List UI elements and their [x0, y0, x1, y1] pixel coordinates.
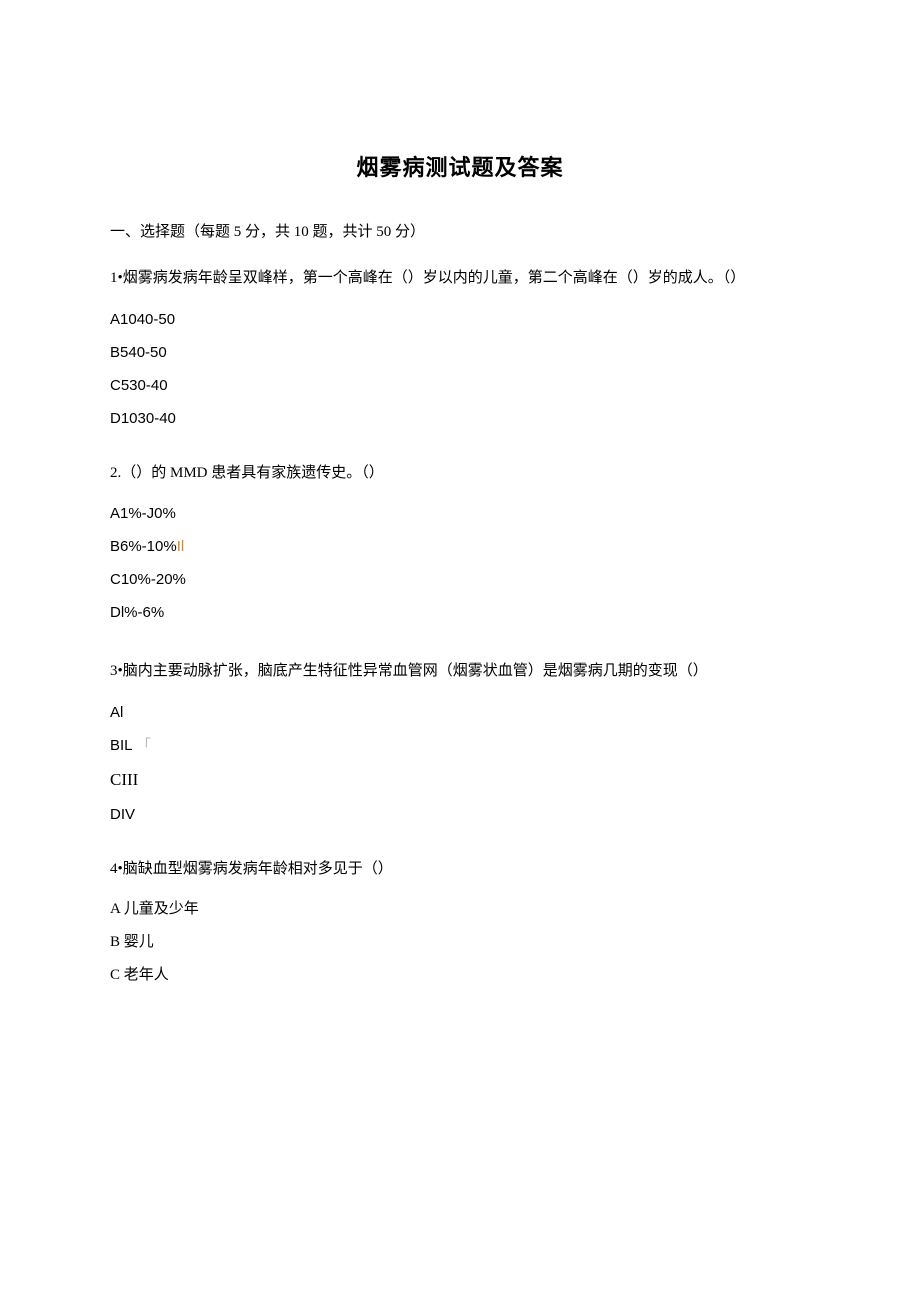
q1-stem: 1•烟雾病发病年龄呈双峰样，第一个高峰在（）岁以内的儿童，第二个高峰在（）岁的成…: [110, 262, 810, 295]
q2-stem: 2.（）的 MMD 患者具有家族遗传史。（）: [110, 461, 810, 485]
q4-stem: 4•脑缺血型烟雾病发病年龄相对多见于（）: [110, 857, 810, 881]
page-title: 烟雾病测试题及答案: [110, 150, 810, 182]
q3-option-d: DIV: [110, 804, 810, 825]
q1-option-c: C530-40: [110, 375, 810, 396]
section-heading: 一、选择题（每题 5 分，共 10 题，共计 50 分）: [110, 220, 810, 244]
q3-option-c: CIII: [110, 768, 810, 792]
q2-option-b: B6%-10%Il: [110, 536, 810, 557]
q3-option-b: BIL 「: [110, 735, 810, 756]
q2-option-d: Dl%-6%: [110, 602, 810, 623]
q4-option-c: C 老年人: [110, 965, 810, 986]
document-page: 烟雾病测试题及答案 一、选择题（每题 5 分，共 10 题，共计 50 分） 1…: [0, 0, 920, 1058]
q2-option-b-mark: Il: [177, 538, 185, 555]
q2-option-c: C10%-20%: [110, 569, 810, 590]
spacer: [110, 635, 810, 655]
q1-option-b: B540-50: [110, 342, 810, 363]
q2-option-b-text: B6%-10%: [110, 538, 177, 555]
q3-option-a: Al: [110, 702, 810, 723]
q4-option-a: A 儿童及少年: [110, 899, 810, 920]
q2-option-a: A1%-J0%: [110, 503, 810, 524]
q3-option-b-mark: 「: [136, 737, 151, 754]
q1-option-d: D1030-40: [110, 408, 810, 429]
q3-option-b-text: BIL: [110, 737, 132, 754]
q4-option-b: B 婴儿: [110, 932, 810, 953]
spacer: [110, 837, 810, 857]
q3-stem: 3•脑内主要动脉扩张，脑底产生特征性异常血管网（烟雾状血管）是烟雾病几期的变现（…: [110, 655, 810, 688]
q1-option-a: A1040-50: [110, 309, 810, 330]
spacer: [110, 441, 810, 461]
